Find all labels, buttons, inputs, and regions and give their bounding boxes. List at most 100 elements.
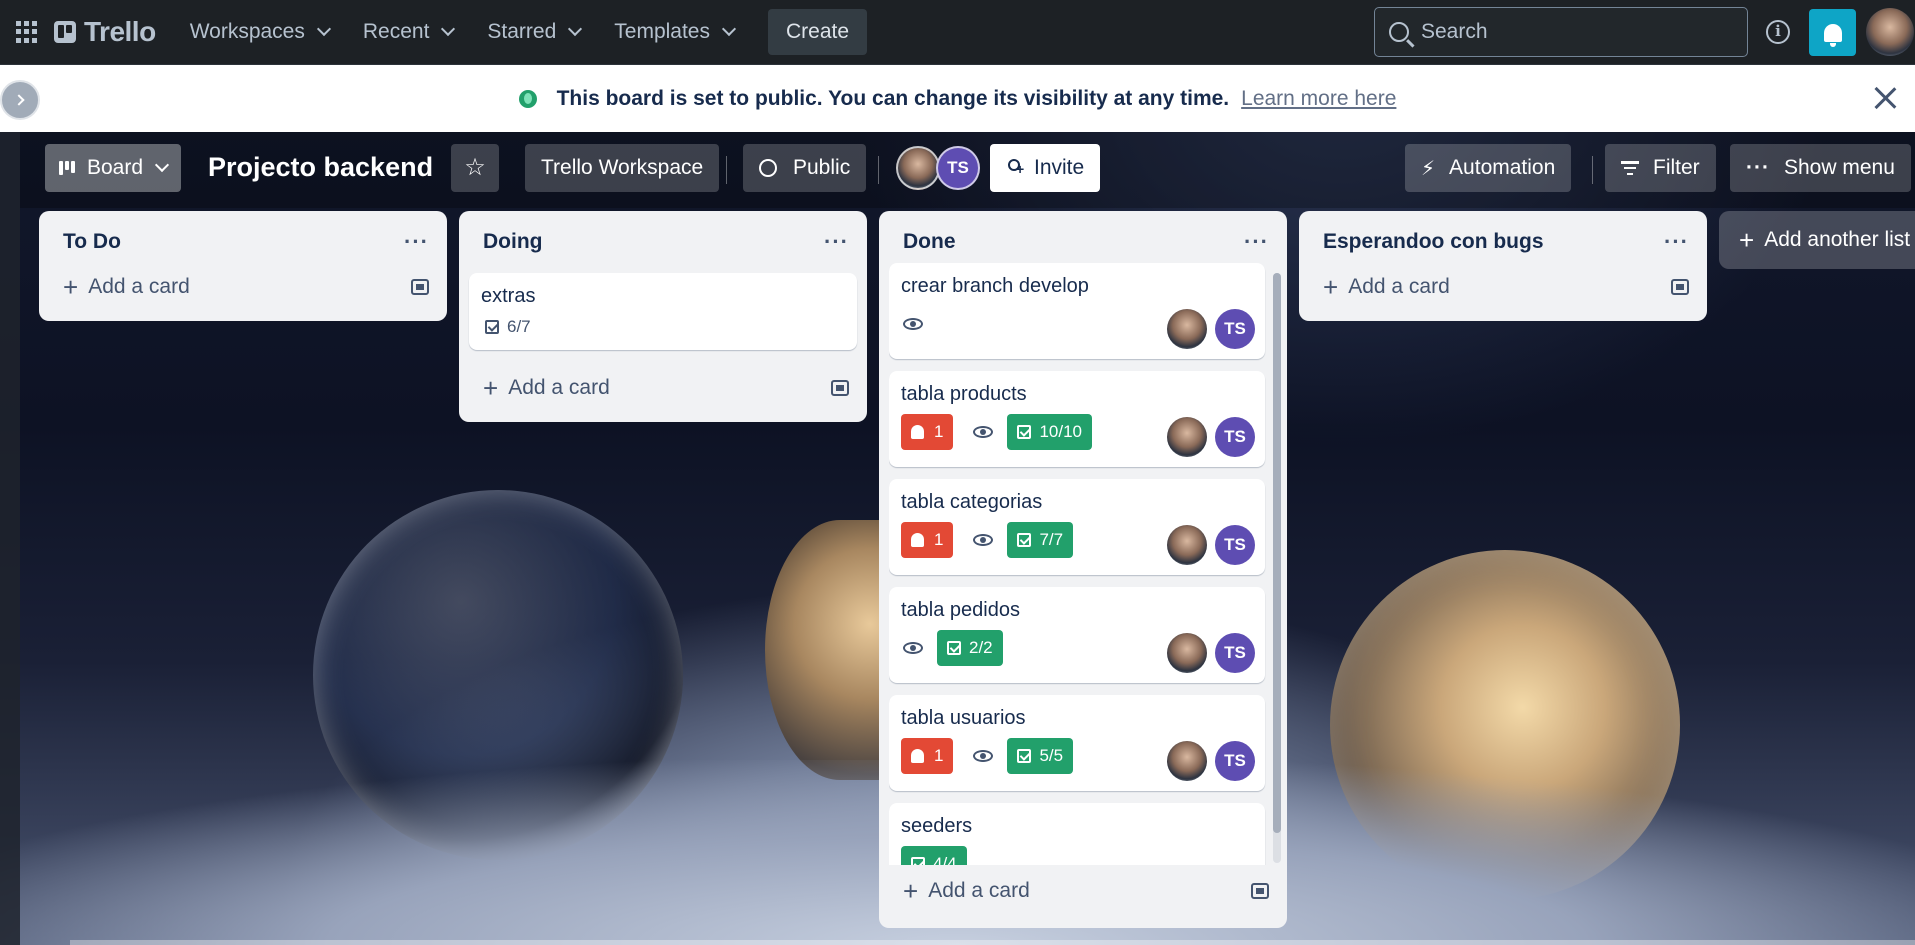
list-done[interactable]: Done ··· crear branch develop TS tabla p…: [879, 211, 1287, 928]
eye-icon: [973, 534, 994, 546]
show-menu-button[interactable]: ··· Show menu: [1730, 144, 1911, 192]
checklist-count: 7/7: [1039, 530, 1064, 549]
app-switcher-icon[interactable]: [16, 21, 38, 43]
member-avatar-ts[interactable]: TS: [1215, 741, 1255, 781]
card-template-icon[interactable]: [831, 380, 849, 396]
bell-icon: [911, 533, 924, 547]
list-todo[interactable]: To Do ··· + Add a card: [39, 211, 447, 321]
star-icon: ☆: [464, 154, 486, 181]
list-menu-icon[interactable]: ···: [404, 229, 429, 255]
add-card-button[interactable]: + Add a card: [49, 261, 437, 313]
notification-count: 1: [934, 422, 944, 441]
member-avatar[interactable]: [1167, 309, 1207, 349]
nav-recent[interactable]: Recent: [362, 20, 456, 44]
show-menu-label: Show menu: [1783, 156, 1895, 179]
member-avatar[interactable]: [1167, 525, 1207, 565]
list-menu-icon[interactable]: ···: [824, 229, 849, 255]
add-list-button[interactable]: + Add another list: [1719, 211, 1915, 269]
card[interactable]: tabla pedidos 2/2 TS: [889, 587, 1265, 683]
divider: [1592, 156, 1593, 184]
card-title: tabla usuarios: [901, 707, 1026, 729]
card-title: tabla pedidos: [901, 599, 1020, 621]
add-card-button[interactable]: + Add a card: [469, 362, 857, 414]
nav-recent-label: Recent: [362, 20, 430, 43]
lightning-icon: ⚡︎: [1421, 157, 1436, 180]
account-avatar[interactable]: [1866, 8, 1914, 56]
globe-icon: [518, 89, 537, 108]
member-avatar-ts[interactable]: TS: [936, 146, 980, 190]
card-template-icon[interactable]: [1671, 279, 1689, 295]
card[interactable]: extras 6/7: [469, 273, 857, 350]
nav-starred-label: Starred: [487, 20, 557, 43]
info-icon[interactable]: i: [1766, 20, 1790, 44]
card-members: TS: [1167, 633, 1255, 673]
close-icon[interactable]: [1872, 85, 1898, 111]
checklist-count: 6/7: [507, 317, 531, 336]
divider: [878, 156, 879, 184]
nav-templates[interactable]: Templates: [614, 20, 737, 44]
nav-starred[interactable]: Starred: [487, 20, 583, 44]
nav-templates-label: Templates: [614, 20, 710, 43]
checklist-count: 4/4: [933, 854, 957, 865]
card-badges: 6/7: [481, 314, 845, 340]
card-template-icon[interactable]: [1251, 883, 1269, 899]
member-avatar[interactable]: [1167, 417, 1207, 457]
card[interactable]: tabla usuarios 1 5/5 TS: [889, 695, 1265, 791]
add-person-icon: [1006, 159, 1024, 177]
card-badges: 4/4: [901, 846, 1253, 865]
checklist-icon: [1017, 533, 1032, 547]
notifications-button[interactable]: [1809, 9, 1856, 56]
board-horizontal-scrollbar[interactable]: [70, 940, 1915, 945]
checklist-badge: 7/7: [1007, 522, 1074, 558]
list-menu-icon[interactable]: ···: [1664, 229, 1689, 255]
add-card-button[interactable]: + Add a card: [889, 865, 1277, 917]
list-title[interactable]: Done: [903, 230, 956, 254]
chevron-down-icon: [568, 21, 583, 37]
plus-icon: +: [1739, 225, 1755, 255]
trello-logo[interactable]: Trello: [54, 16, 156, 48]
member-avatar-ts[interactable]: TS: [1215, 633, 1255, 673]
nav-workspaces[interactable]: Workspaces: [190, 20, 331, 44]
checklist-count: 10/10: [1039, 422, 1083, 441]
member-avatar-ts[interactable]: TS: [1215, 525, 1255, 565]
card[interactable]: crear branch develop TS: [889, 263, 1265, 359]
more-icon: ···: [1746, 156, 1770, 179]
create-button[interactable]: Create: [768, 9, 868, 55]
member-avatar[interactable]: [896, 146, 940, 190]
member-avatar-ts[interactable]: TS: [1215, 417, 1255, 457]
plus-icon: +: [1323, 272, 1339, 302]
star-board-button[interactable]: ☆: [451, 144, 499, 192]
card-title: tabla categorias: [901, 491, 1043, 513]
list-title[interactable]: Doing: [483, 230, 542, 254]
board-title[interactable]: Projecto backend: [208, 152, 433, 183]
plus-icon: +: [63, 272, 79, 302]
filter-label: Filter: [1653, 156, 1700, 179]
workspace-button[interactable]: Trello Workspace: [525, 144, 720, 192]
automation-label: Automation: [1449, 156, 1556, 179]
list-menu-icon[interactable]: ···: [1244, 229, 1269, 255]
member-avatar[interactable]: [1167, 741, 1207, 781]
member-avatar[interactable]: [1167, 633, 1207, 673]
card[interactable]: tabla products 1 10/10 TS: [889, 371, 1265, 467]
filter-icon: [1621, 161, 1639, 175]
visibility-label: Public: [793, 156, 851, 179]
add-card-button[interactable]: + Add a card: [1309, 261, 1697, 313]
invite-button[interactable]: Invite: [990, 144, 1101, 192]
visibility-button[interactable]: Public: [743, 144, 867, 192]
learn-more-link[interactable]: Learn more here: [1241, 87, 1396, 111]
list-title[interactable]: To Do: [63, 230, 121, 254]
automation-button[interactable]: ⚡︎ Automation: [1405, 144, 1572, 192]
filter-button[interactable]: Filter: [1605, 144, 1716, 192]
board-view-switcher[interactable]: Board: [45, 144, 182, 192]
list-title[interactable]: Esperandoo con bugs: [1323, 230, 1544, 254]
expand-sidebar-button[interactable]: [0, 80, 40, 120]
card[interactable]: seeders 4/4: [889, 803, 1265, 865]
card-template-icon[interactable]: [411, 279, 429, 295]
search-input[interactable]: Search: [1374, 7, 1748, 57]
list-bugs[interactable]: Esperandoo con bugs ··· + Add a card: [1299, 211, 1707, 321]
banner-message: This board is set to public. You can cha…: [556, 86, 1230, 110]
member-avatar-ts[interactable]: TS: [1215, 309, 1255, 349]
list-doing[interactable]: Doing ··· extras 6/7 + Add a card: [459, 211, 867, 422]
card[interactable]: tabla categorias 1 7/7 TS: [889, 479, 1265, 575]
search-icon: [1389, 22, 1409, 42]
